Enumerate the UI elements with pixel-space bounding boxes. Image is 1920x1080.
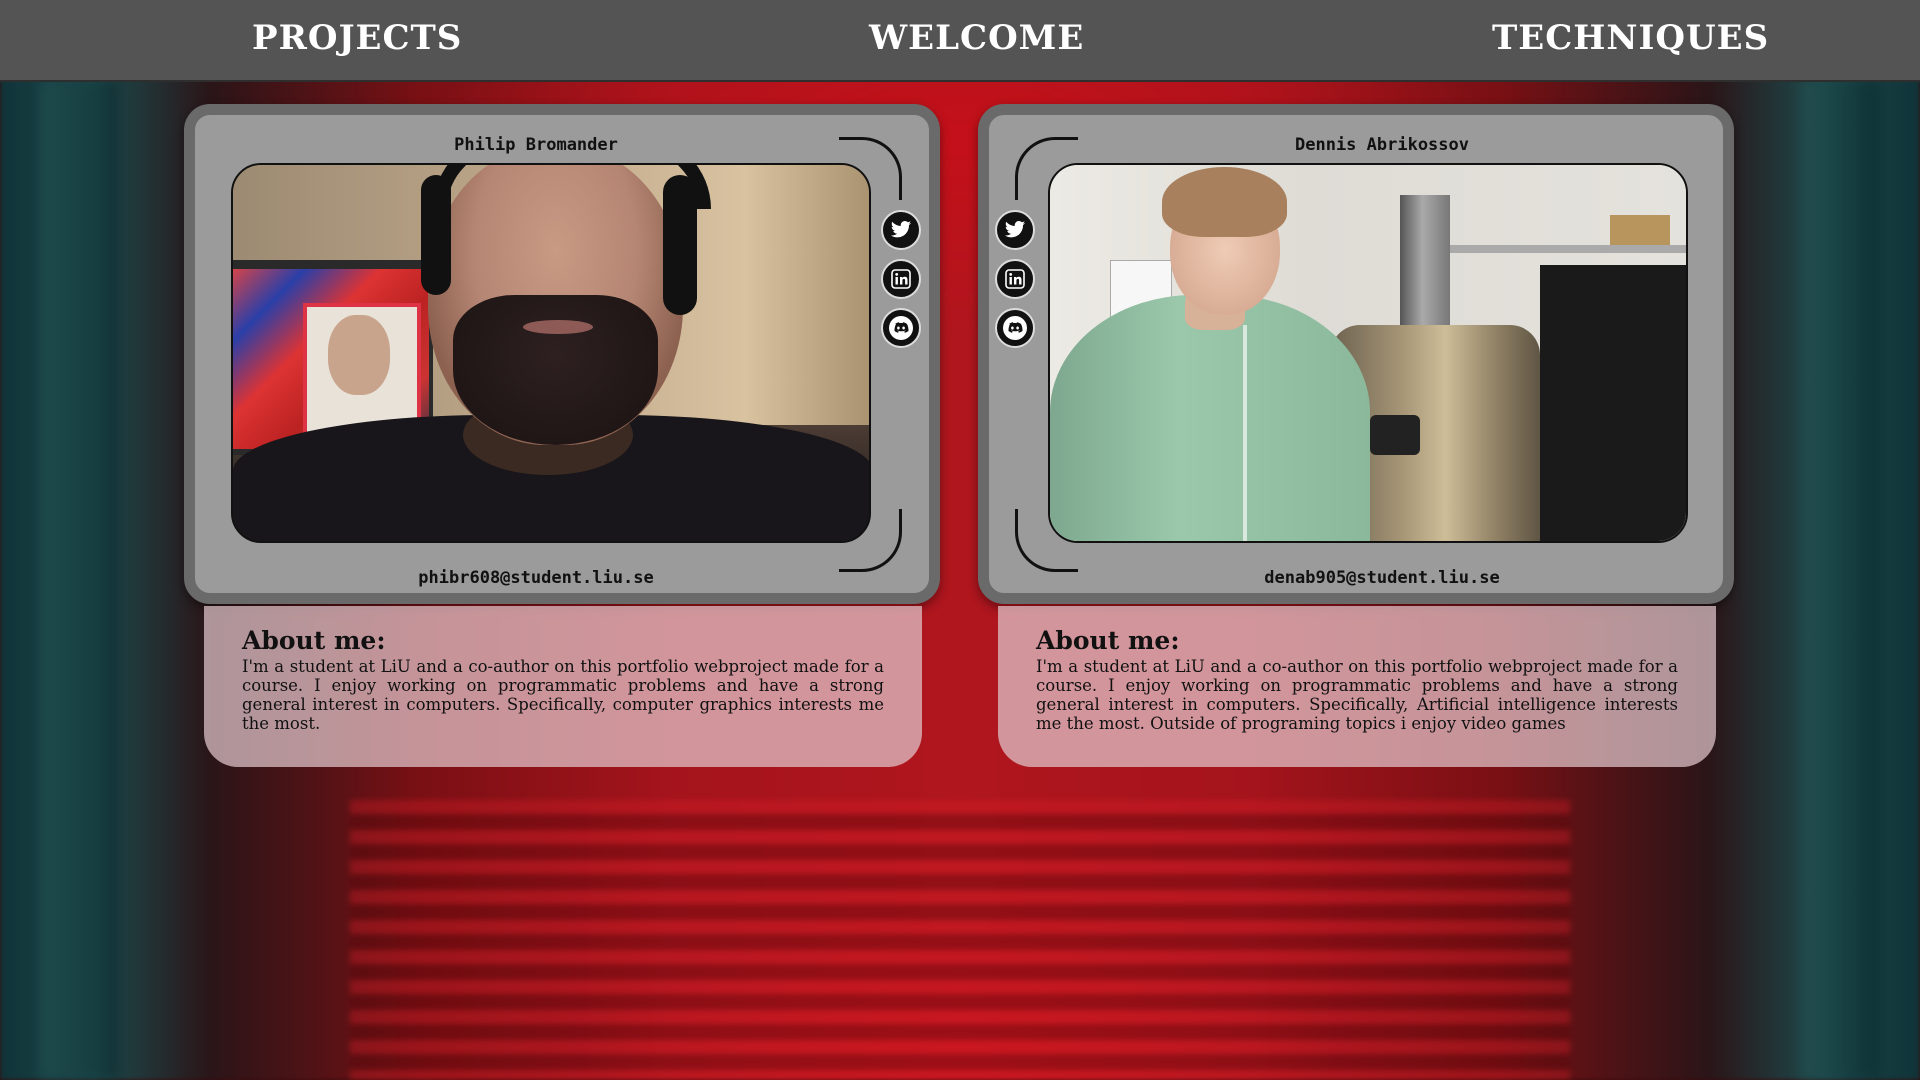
profile-card-philip: Philip Bromander phibr608@student.liu.se bbox=[184, 104, 940, 604]
background-pillar bbox=[1800, 80, 1880, 1080]
linkedin-icon[interactable] bbox=[881, 259, 921, 299]
profile-name: Dennis Abrikossov bbox=[1295, 135, 1469, 155]
about-box-dennis: About me: I'm a student at LiU and a co-… bbox=[998, 606, 1716, 767]
about-heading: About me: bbox=[242, 626, 386, 655]
profile-email: phibr608@student.liu.se bbox=[418, 568, 654, 588]
profile-photo bbox=[1048, 163, 1688, 543]
profile-photo bbox=[231, 163, 871, 543]
nav-welcome-link[interactable]: WELCOME bbox=[869, 18, 1084, 58]
nav-techniques-link[interactable]: TECHNIQUES bbox=[1492, 18, 1769, 58]
corner-bracket-bottom bbox=[839, 509, 902, 572]
discord-icon[interactable] bbox=[995, 308, 1035, 348]
top-nav-bar: PROJECTS WELCOME TECHNIQUES bbox=[0, 0, 1920, 82]
nav-projects-link[interactable]: PROJECTS bbox=[252, 18, 462, 58]
profile-email: denab905@student.liu.se bbox=[1264, 568, 1500, 588]
corner-bracket-bottom bbox=[1015, 509, 1078, 572]
discord-icon[interactable] bbox=[881, 308, 921, 348]
profile-card-dennis: Dennis Abrikossov denab905@student.liu.s… bbox=[978, 104, 1734, 604]
linkedin-icon[interactable] bbox=[995, 259, 1035, 299]
corner-bracket-top bbox=[839, 137, 902, 200]
about-box-philip: About me: I'm a student at LiU and a co-… bbox=[204, 606, 922, 767]
about-text: I'm a student at LiU and a co-author on … bbox=[1036, 657, 1678, 733]
corner-bracket-top bbox=[1015, 137, 1078, 200]
twitter-icon[interactable] bbox=[995, 210, 1035, 250]
about-heading: About me: bbox=[1036, 626, 1180, 655]
background-stairs bbox=[350, 800, 1570, 1080]
about-text: I'm a student at LiU and a co-author on … bbox=[242, 657, 884, 733]
profile-name: Philip Bromander bbox=[454, 135, 618, 155]
twitter-icon[interactable] bbox=[881, 210, 921, 250]
background-pillar bbox=[40, 80, 120, 1080]
